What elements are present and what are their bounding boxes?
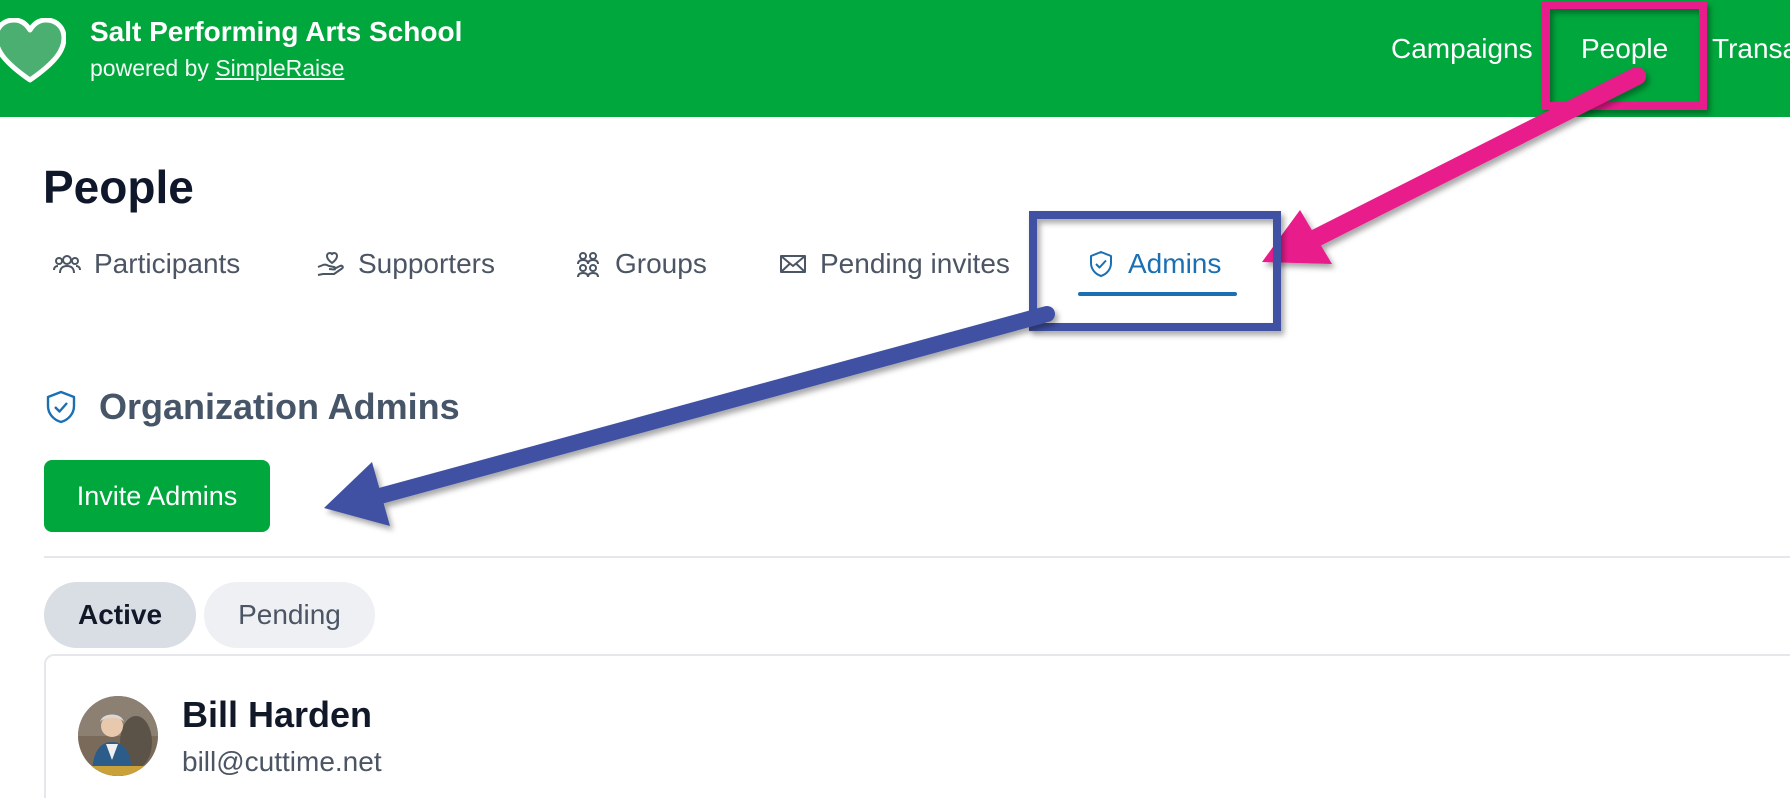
powered-by: powered by SimpleRaise (90, 55, 344, 82)
filter-active-pill[interactable]: Active (44, 582, 196, 648)
tab-participants-label: Participants (94, 248, 241, 279)
section-title: Organization Admins (99, 386, 460, 427)
top-header: Salt Performing Arts School powered by S… (0, 0, 1790, 117)
active-tab-indicator (1078, 292, 1237, 296)
groups-icon (577, 252, 599, 278)
page-title: People (43, 161, 194, 213)
divider (44, 556, 1790, 558)
supporters-hand-heart-icon (317, 252, 344, 276)
powered-by-prefix: powered by (90, 55, 209, 81)
shield-check-icon (1090, 251, 1112, 277)
org-name: Salt Performing Arts School (90, 16, 463, 47)
tab-groups-label: Groups (615, 248, 707, 279)
tab-admins-label: Admins (1128, 248, 1222, 279)
tab-pending-invites[interactable]: Pending invites (778, 244, 1010, 284)
avatar (78, 696, 158, 776)
envelope-icon (780, 255, 806, 273)
tab-supporters[interactable]: Supporters (316, 244, 495, 284)
nav-transactions[interactable]: Transa (1712, 33, 1790, 65)
nav-campaigns[interactable]: Campaigns (1391, 33, 1533, 65)
admin-email: bill@cuttime.net (182, 746, 382, 777)
tab-participants[interactable]: Participants (52, 244, 240, 284)
tab-supporters-label: Supporters (358, 248, 495, 279)
nav-people[interactable]: People (1581, 33, 1668, 65)
section-heading: Organization Admins (45, 386, 460, 428)
heart-logo-icon[interactable] (0, 18, 66, 84)
avatar-photo (78, 696, 158, 776)
tab-admins[interactable]: Admins (1086, 244, 1221, 284)
simpleraise-link[interactable]: SimpleRaise (215, 55, 344, 81)
shield-check-icon (46, 390, 76, 424)
filter-pending-pill[interactable]: Pending (204, 582, 375, 648)
tab-groups[interactable]: Groups (573, 244, 707, 284)
tab-pending-invites-label: Pending invites (820, 248, 1010, 279)
invite-admins-button[interactable]: Invite Admins (44, 460, 270, 532)
admin-name: Bill Harden (182, 694, 373, 735)
participants-icon (53, 255, 81, 274)
